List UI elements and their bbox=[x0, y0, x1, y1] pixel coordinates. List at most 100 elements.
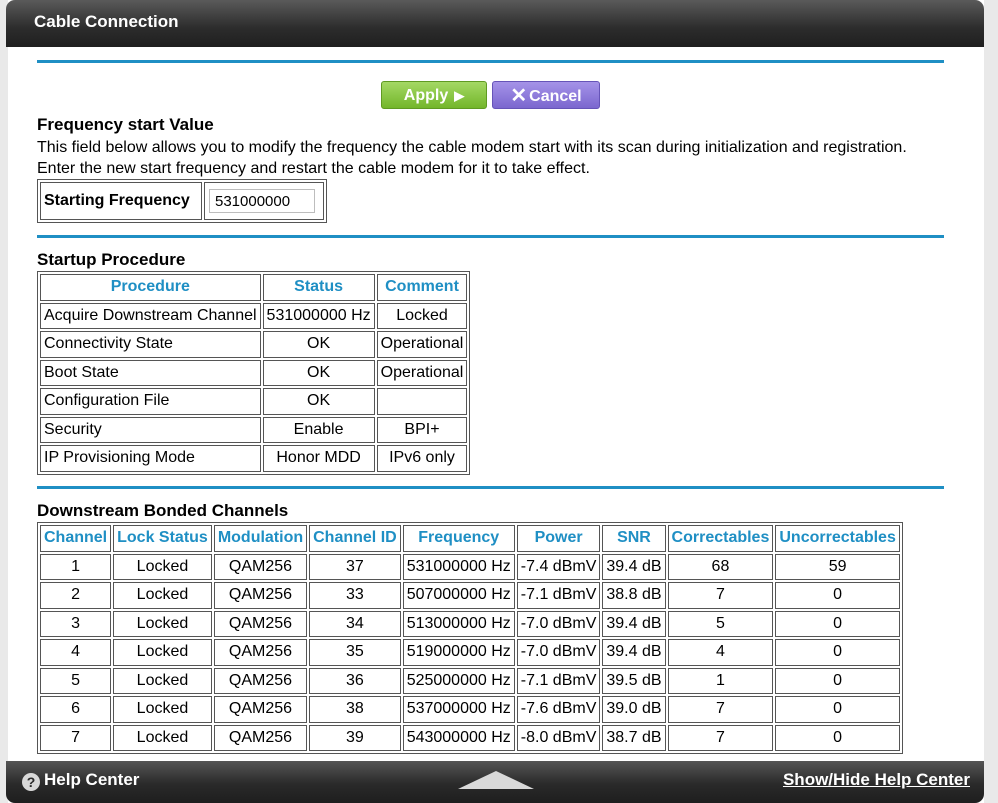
table-row: 5 Locked QAM256 36 525000000 Hz -7.1 dBmV 39.5… bbox=[40, 667, 900, 694]
title-bar: Cable Connection bbox=[6, 0, 984, 47]
cell-frequency: 507000000 Hz bbox=[402, 582, 515, 609]
cell-channel: 1 bbox=[40, 553, 112, 580]
cell-power: -7.6 dBmV bbox=[516, 696, 601, 723]
downstream-channels-table: Channel Lock Status Modulation Channel ID Fr… bbox=[37, 522, 903, 754]
divider bbox=[37, 60, 944, 63]
table-row: 2 Locked QAM256 33 507000000 Hz -7.1 dBmV 38.8… bbox=[40, 582, 900, 609]
cell-power: -7.4 dBmV bbox=[516, 553, 601, 580]
cell-procedure: Boot State bbox=[40, 359, 261, 386]
cell-procedure: Connectivity State bbox=[40, 331, 261, 358]
footer-bar: ? Help Center Show/Hide Help Center bbox=[6, 761, 984, 803]
cell-procedure: Acquire Downstream Channel bbox=[40, 302, 261, 329]
starting-frequency-input[interactable] bbox=[209, 189, 315, 213]
divider bbox=[37, 486, 944, 489]
cell-modulation: QAM256 bbox=[213, 667, 308, 694]
apply-label: Apply bbox=[403, 87, 449, 104]
cell-status: OK bbox=[262, 331, 375, 358]
header-row: Procedure Status Comment bbox=[40, 274, 468, 301]
cell-comment: Locked bbox=[376, 302, 468, 329]
cell-power: -7.1 dBmV bbox=[516, 667, 601, 694]
starting-frequency-cell bbox=[204, 182, 324, 220]
close-icon: ✕ bbox=[510, 85, 528, 107]
apply-button[interactable]: Apply ▶ bbox=[381, 81, 487, 109]
cell-status: 531000000 Hz bbox=[262, 302, 375, 329]
cell-comment: BPI+ bbox=[376, 416, 468, 443]
cell-uncorrectables: 0 bbox=[775, 696, 900, 723]
downstream-heading: Downstream Bonded Channels bbox=[37, 501, 289, 520]
cell-channel: 4 bbox=[40, 639, 112, 666]
cell-correctables: 7 bbox=[667, 724, 774, 751]
startup-heading: Startup Procedure bbox=[37, 250, 186, 269]
header-row: Channel Lock Status Modulation Channel ID Fr… bbox=[40, 525, 900, 552]
cell-status: OK bbox=[262, 388, 375, 415]
show-hide-help-link[interactable]: Show/Hide Help Center bbox=[783, 770, 970, 790]
window-title: Cable Connection bbox=[34, 12, 179, 31]
table-row: 7 Locked QAM256 39 543000000 Hz -8.0 dBmV 38.7… bbox=[40, 724, 900, 751]
cancel-label: Cancel bbox=[529, 88, 582, 105]
cell-correctables: 1 bbox=[667, 667, 774, 694]
starting-frequency-box: Starting Frequency bbox=[37, 179, 327, 223]
divider bbox=[37, 235, 944, 238]
table-row: Acquire Downstream Channel 531000000 Hz Lo… bbox=[40, 302, 468, 329]
column-header-comment: Comment bbox=[376, 274, 468, 301]
cell-uncorrectables: 59 bbox=[775, 553, 900, 580]
cell-power: -7.0 dBmV bbox=[516, 639, 601, 666]
cell-frequency: 531000000 Hz bbox=[402, 553, 515, 580]
play-arrow-icon: ▶ bbox=[454, 88, 465, 103]
column-header-snr: SNR bbox=[602, 525, 666, 552]
cell-modulation: QAM256 bbox=[213, 553, 308, 580]
cell-channel-id: 35 bbox=[309, 639, 401, 666]
cell-frequency: 525000000 Hz bbox=[402, 667, 515, 694]
cell-channel-id: 36 bbox=[309, 667, 401, 694]
column-header-channel-id: Channel ID bbox=[309, 525, 401, 552]
cell-lock-status: Locked bbox=[113, 724, 212, 751]
cell-frequency: 513000000 Hz bbox=[402, 610, 515, 637]
frequency-heading: Frequency start Value bbox=[37, 115, 214, 134]
column-header-frequency: Frequency bbox=[402, 525, 515, 552]
cell-lock-status: Locked bbox=[113, 639, 212, 666]
cell-correctables: 68 bbox=[667, 553, 774, 580]
table-row: Boot State OK Operational bbox=[40, 359, 468, 386]
cell-channel-id: 39 bbox=[309, 724, 401, 751]
frequency-description: This field below allows you to modify th… bbox=[37, 139, 907, 177]
cell-snr: 39.4 dB bbox=[602, 639, 666, 666]
cell-procedure: IP Provisioning Mode bbox=[40, 445, 261, 472]
cell-uncorrectables: 0 bbox=[775, 639, 900, 666]
cell-frequency: 543000000 Hz bbox=[402, 724, 515, 751]
cell-channel-id: 33 bbox=[309, 582, 401, 609]
cancel-button[interactable]: ✕ Cancel bbox=[492, 81, 600, 109]
cell-channel-id: 34 bbox=[309, 610, 401, 637]
help-center-link[interactable]: ? Help Center bbox=[22, 770, 139, 791]
cell-channel: 5 bbox=[40, 667, 112, 694]
cell-channel-id: 38 bbox=[309, 696, 401, 723]
cell-procedure: Security bbox=[40, 416, 261, 443]
cell-comment bbox=[376, 388, 468, 415]
cell-channel: 7 bbox=[40, 724, 112, 751]
cell-uncorrectables: 0 bbox=[775, 667, 900, 694]
table-row: Security Enable BPI+ bbox=[40, 416, 468, 443]
cell-modulation: QAM256 bbox=[213, 639, 308, 666]
startup-procedure-table: Procedure Status Comment Acquire Downstream… bbox=[37, 271, 471, 475]
expand-arrow-icon[interactable] bbox=[458, 771, 534, 789]
cell-comment: IPv6 only bbox=[376, 445, 468, 472]
cell-status: Enable bbox=[262, 416, 375, 443]
cell-status: Honor MDD bbox=[262, 445, 375, 472]
cell-modulation: QAM256 bbox=[213, 724, 308, 751]
cell-lock-status: Locked bbox=[113, 610, 212, 637]
column-header-channel: Channel bbox=[40, 525, 112, 552]
cell-lock-status: Locked bbox=[113, 667, 212, 694]
cell-channel-id: 37 bbox=[309, 553, 401, 580]
cell-snr: 38.8 dB bbox=[602, 582, 666, 609]
cell-correctables: 5 bbox=[667, 610, 774, 637]
cell-correctables: 4 bbox=[667, 639, 774, 666]
cell-uncorrectables: 0 bbox=[775, 610, 900, 637]
cell-uncorrectables: 0 bbox=[775, 724, 900, 751]
cell-snr: 39.5 dB bbox=[602, 667, 666, 694]
cell-modulation: QAM256 bbox=[213, 696, 308, 723]
cell-frequency: 519000000 Hz bbox=[402, 639, 515, 666]
cell-snr: 39.4 dB bbox=[602, 610, 666, 637]
cell-comment: Operational bbox=[376, 331, 468, 358]
table-row: 3 Locked QAM256 34 513000000 Hz -7.0 dBmV 39.4… bbox=[40, 610, 900, 637]
cell-uncorrectables: 0 bbox=[775, 582, 900, 609]
column-header-procedure: Procedure bbox=[40, 274, 261, 301]
